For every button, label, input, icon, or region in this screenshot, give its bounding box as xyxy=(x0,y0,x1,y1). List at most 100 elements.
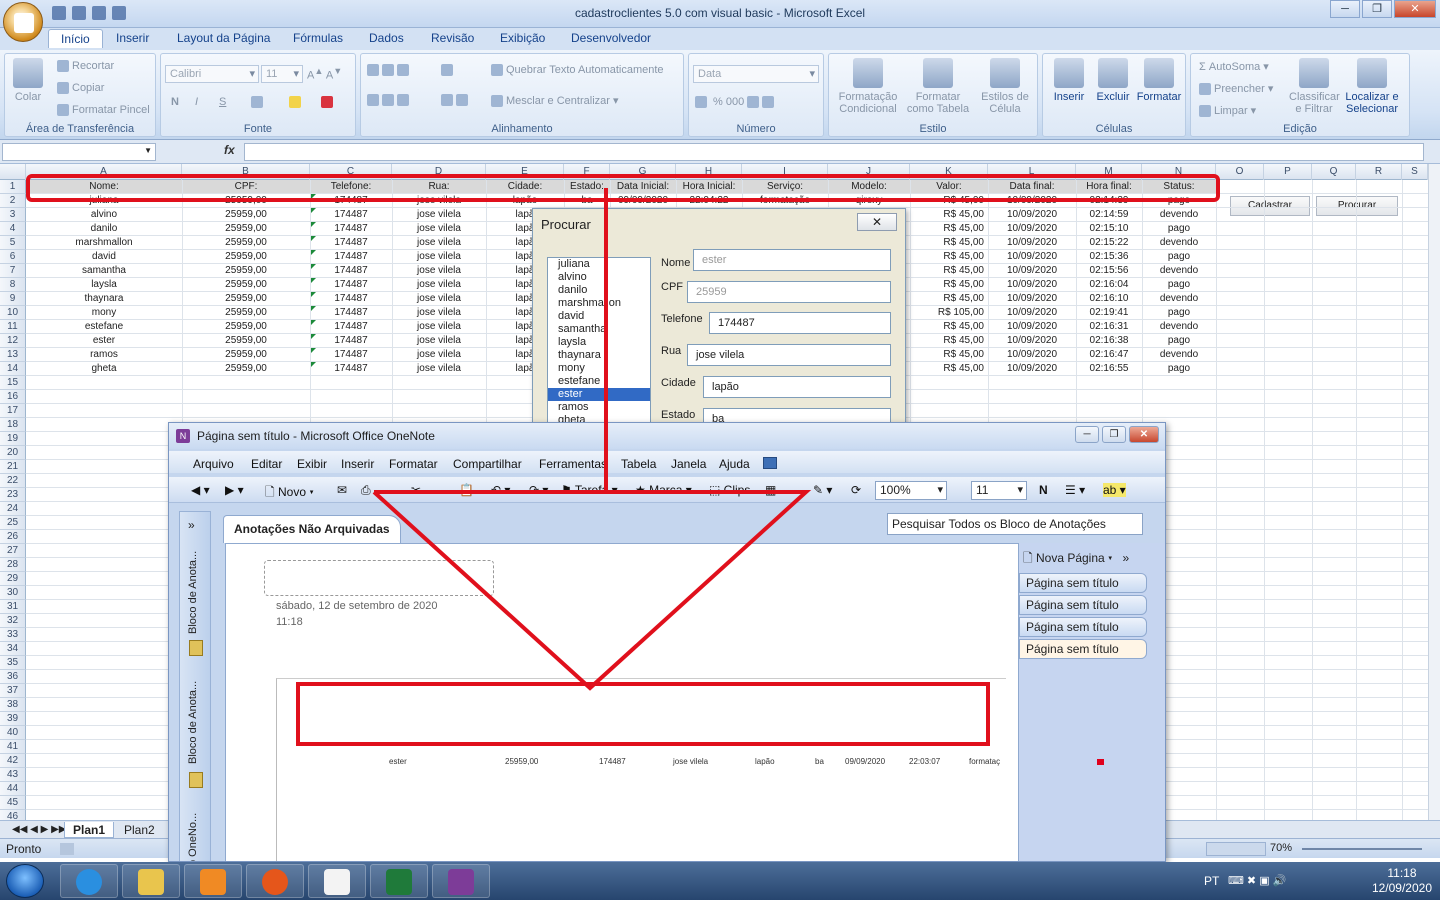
conditional-format-button[interactable]: Formatação Condicional xyxy=(835,58,901,115)
data-cell[interactable]: 02:16:47 xyxy=(1076,348,1142,362)
header-cell[interactable]: Valor: xyxy=(910,180,988,194)
data-cell[interactable]: 174487 xyxy=(310,348,392,362)
orientation-icon[interactable] xyxy=(441,64,456,77)
error-indicator-icon[interactable] xyxy=(311,334,316,339)
data-cell[interactable]: jose vilela xyxy=(392,292,486,306)
error-indicator-icon[interactable] xyxy=(311,264,316,269)
row-header-41[interactable]: 41 xyxy=(0,740,26,754)
row-header-42[interactable]: 42 xyxy=(0,754,26,768)
tab-dados[interactable]: Dados xyxy=(369,31,404,45)
onenote-taskbar-button[interactable] xyxy=(432,864,490,898)
header-cell[interactable]: Nome: xyxy=(26,180,182,194)
row-header-36[interactable]: 36 xyxy=(0,670,26,684)
row-header-21[interactable]: 21 xyxy=(0,460,26,474)
onenote-close-button[interactable]: ✕ xyxy=(1129,426,1159,443)
sheet-tab-plan2[interactable]: Plan2 xyxy=(116,822,163,838)
email-icon[interactable]: ✉ xyxy=(337,483,347,497)
data-cell[interactable]: 10/09/2020 xyxy=(988,320,1076,334)
note-page[interactable]: sábado, 12 de setembro de 2020 11:18 est… xyxy=(225,543,1074,861)
copy-button[interactable]: Copiar xyxy=(57,82,104,95)
data-cell[interactable]: pago xyxy=(1142,194,1216,208)
data-cell[interactable]: 174487 xyxy=(310,278,392,292)
row-header-27[interactable]: 27 xyxy=(0,544,26,558)
row-header-34[interactable]: 34 xyxy=(0,642,26,656)
column-header-D[interactable]: D xyxy=(392,164,486,180)
print-icon[interactable]: ⎙ xyxy=(361,483,371,498)
data-cell[interactable]: jose vilela xyxy=(392,208,486,222)
wrap-text-button[interactable]: Quebrar Texto Automaticamente xyxy=(491,64,664,77)
data-cell[interactable]: thaynara xyxy=(26,292,182,306)
data-cell[interactable]: 25959,00 xyxy=(182,208,310,222)
format-painter-button[interactable]: Formatar Pincel xyxy=(57,104,150,117)
data-cell[interactable]: 02:16:38 xyxy=(1076,334,1142,348)
header-cell[interactable]: Hora final: xyxy=(1076,180,1142,194)
error-indicator-icon[interactable] xyxy=(311,362,316,367)
header-cell[interactable]: Hora Inicial: xyxy=(676,180,742,194)
data-cell[interactable]: 174487 xyxy=(310,250,392,264)
data-cell[interactable]: jose vilela xyxy=(392,362,486,376)
row-header-40[interactable]: 40 xyxy=(0,726,26,740)
row-header-13[interactable]: 13 xyxy=(0,348,26,362)
row-header-23[interactable]: 23 xyxy=(0,488,26,502)
data-cell[interactable]: R$ 45,00 xyxy=(910,250,988,264)
notebook-tab-2[interactable]: Bloco de Anota... xyxy=(187,668,199,764)
cut-icon[interactable]: ✂ xyxy=(411,483,421,497)
data-cell[interactable]: 10/09/2020 xyxy=(988,250,1076,264)
bold-button[interactable]: N xyxy=(1039,483,1048,497)
menu-exibir[interactable]: Exibir xyxy=(297,457,327,471)
vertical-scrollbar[interactable] xyxy=(1428,164,1440,820)
clips-button[interactable]: ⬚ Clips xyxy=(709,483,750,497)
row-header-14[interactable]: 14 xyxy=(0,362,26,376)
data-cell[interactable]: devendo xyxy=(1142,208,1216,222)
data-cell[interactable]: 25959,00 xyxy=(182,236,310,250)
data-cell[interactable]: pago xyxy=(1142,362,1216,376)
onenote-minimize-button[interactable]: ─ xyxy=(1075,426,1099,443)
number-format-combo[interactable]: Data xyxy=(693,65,819,83)
data-cell[interactable]: 02:14:59 xyxy=(1076,208,1142,222)
row-header-5[interactable]: 5 xyxy=(0,236,26,250)
row-header-44[interactable]: 44 xyxy=(0,782,26,796)
tab-inserir[interactable]: Inserir xyxy=(116,31,149,45)
error-indicator-icon[interactable] xyxy=(311,306,316,311)
error-indicator-icon[interactable] xyxy=(311,208,316,213)
minimize-button[interactable]: ─ xyxy=(1330,0,1360,18)
row-header-18[interactable]: 18 xyxy=(0,418,26,432)
data-cell[interactable]: 174487 xyxy=(310,222,392,236)
page-tab[interactable]: Página sem título xyxy=(1019,617,1147,637)
new-page-button[interactable]: 🗋 Nova Página ▾ » xyxy=(1023,549,1129,570)
menu-inserir[interactable]: Inserir xyxy=(341,457,374,471)
page-tab[interactable]: Página sem título xyxy=(1019,595,1147,615)
row-header-46[interactable]: 46 xyxy=(0,810,26,820)
data-cell[interactable]: devendo xyxy=(1142,320,1216,334)
menu-tabela[interactable]: Tabela xyxy=(621,457,656,471)
expand-icon[interactable]: » xyxy=(188,518,195,532)
error-indicator-icon[interactable] xyxy=(311,222,316,227)
row-header-38[interactable]: 38 xyxy=(0,698,26,712)
fill-color-icon[interactable] xyxy=(289,96,304,109)
error-indicator-icon[interactable] xyxy=(311,292,316,297)
list-item[interactable]: mony xyxy=(548,362,650,375)
data-cell[interactable]: R$ 45,00 xyxy=(910,334,988,348)
data-cell[interactable]: mony xyxy=(26,306,182,320)
pen-icon[interactable]: ✎ ▾ xyxy=(813,483,832,497)
data-cell[interactable]: 02:15:36 xyxy=(1076,250,1142,264)
header-cell[interactable]: Cidade: xyxy=(486,180,564,194)
list-item[interactable]: danilo xyxy=(548,284,650,297)
font-size-combo[interactable]: 11 xyxy=(971,481,1027,500)
data-cell[interactable]: 02:15:22 xyxy=(1076,236,1142,250)
row-header-8[interactable]: 8 xyxy=(0,278,26,292)
data-cell[interactable]: R$ 45,00 xyxy=(910,320,988,334)
data-cell[interactable]: 10/09/2020 xyxy=(988,208,1076,222)
column-header-G[interactable]: G xyxy=(610,164,676,180)
tab-revisao[interactable]: Revisão xyxy=(431,31,474,45)
row-header-45[interactable]: 45 xyxy=(0,796,26,810)
notebook-tab-3[interactable]: o OneNo... xyxy=(187,796,199,861)
row-header-6[interactable]: 6 xyxy=(0,250,26,264)
column-header-J[interactable]: J xyxy=(828,164,910,180)
fill-button[interactable]: Preencher ▾ xyxy=(1199,82,1273,96)
borders-icon[interactable] xyxy=(251,96,266,109)
menu-editar[interactable]: Editar xyxy=(251,457,282,471)
data-cell[interactable]: R$ 45,00 xyxy=(910,348,988,362)
page-title-input[interactable] xyxy=(264,560,494,596)
data-cell[interactable]: R$ 45,00 xyxy=(910,362,988,376)
